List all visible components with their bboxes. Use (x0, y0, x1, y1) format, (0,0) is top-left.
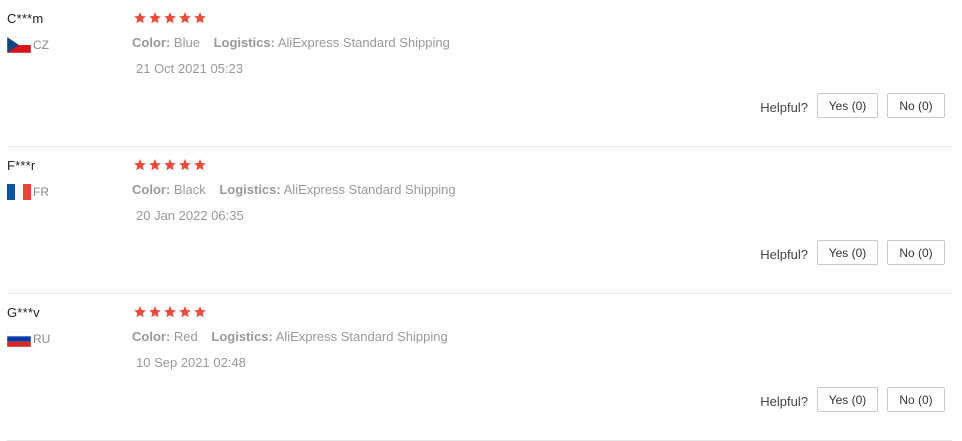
country-code: RU (33, 332, 51, 346)
star-icon (163, 158, 177, 172)
color-label: Color: (132, 182, 171, 197)
color-value: Red (173, 329, 198, 344)
star-icon (193, 158, 207, 172)
star-icon (148, 305, 162, 319)
logistics-value: AliExpress Standard Shipping (277, 35, 450, 50)
reviewer-country: FR (7, 184, 49, 200)
review-attributes: Color: Blue Logistics: AliExpress Standa… (132, 35, 450, 50)
review-attributes: Color: Black Logistics: AliExpress Stand… (132, 182, 456, 197)
review-date: 10 Sep 2021 02:48 (136, 355, 246, 370)
helpful-yes-button[interactable]: Yes (0) (817, 387, 878, 412)
helpful-controls: Helpful? Yes (0) No (0) (760, 93, 945, 118)
reviewer-country: CZ (7, 37, 49, 53)
color-value: Black (173, 182, 206, 197)
logistics-label: Logistics: (211, 329, 273, 344)
star-icon (148, 11, 162, 25)
review-item: C***m CZ Color: Blue Logistics: AliExpre… (0, 0, 962, 147)
france-flag-icon (7, 184, 31, 200)
star-icon (133, 11, 147, 25)
helpful-yes-button[interactable]: Yes (0) (817, 240, 878, 265)
star-icon (193, 305, 207, 319)
star-icon (178, 158, 192, 172)
color-label: Color: (132, 35, 171, 50)
logistics-value: AliExpress Standard Shipping (283, 182, 456, 197)
helpful-label: Helpful? (760, 247, 808, 262)
reviews-list: C***m CZ Color: Blue Logistics: AliExpre… (0, 0, 962, 441)
helpful-controls: Helpful? Yes (0) No (0) (760, 387, 945, 412)
star-icon (148, 158, 162, 172)
country-code: FR (33, 185, 49, 199)
logistics-value: AliExpress Standard Shipping (275, 329, 448, 344)
helpful-no-button[interactable]: No (0) (887, 93, 945, 118)
star-icon (178, 11, 192, 25)
reviewer-name: C***m (7, 11, 44, 26)
review-date: 20 Jan 2022 06:35 (136, 208, 244, 223)
review-date: 21 Oct 2021 05:23 (136, 61, 243, 76)
reviewer-name: G***v (7, 305, 40, 320)
country-code: CZ (33, 38, 49, 52)
color-label: Color: (132, 329, 171, 344)
star-icon (133, 305, 147, 319)
star-icon (163, 305, 177, 319)
helpful-no-button[interactable]: No (0) (887, 240, 945, 265)
review-item: F***r FR Color: Black Logistics: AliExpr… (0, 147, 962, 294)
star-icon (133, 158, 147, 172)
star-icon (193, 11, 207, 25)
star-rating (133, 11, 207, 25)
helpful-label: Helpful? (760, 394, 808, 409)
helpful-yes-button[interactable]: Yes (0) (817, 93, 878, 118)
helpful-no-button[interactable]: No (0) (887, 387, 945, 412)
color-value: Blue (173, 35, 200, 50)
star-icon (178, 305, 192, 319)
review-attributes: Color: Red Logistics: AliExpress Standar… (132, 329, 448, 344)
star-rating (133, 305, 207, 319)
logistics-label: Logistics: (219, 182, 281, 197)
review-item: G***v RU Color: Red Logistics: AliExpres… (0, 294, 962, 441)
reviewer-country: RU (7, 331, 50, 347)
star-rating (133, 158, 207, 172)
czech-flag-icon (7, 37, 31, 53)
russia-flag-icon (7, 331, 31, 347)
helpful-controls: Helpful? Yes (0) No (0) (760, 240, 945, 265)
reviewer-name: F***r (7, 158, 36, 173)
star-icon (163, 11, 177, 25)
logistics-label: Logistics: (213, 35, 275, 50)
helpful-label: Helpful? (760, 100, 808, 115)
